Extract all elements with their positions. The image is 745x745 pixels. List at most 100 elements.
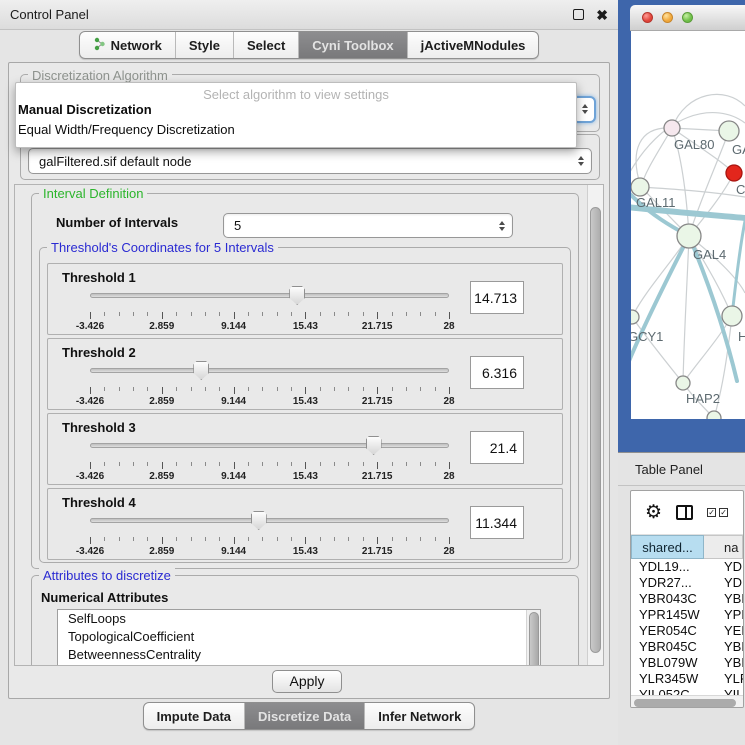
apply-button[interactable]: Apply: [272, 670, 342, 693]
tick-mark: [119, 537, 120, 541]
table-row[interactable]: YLR345WYLR3: [631, 671, 743, 687]
close-icon[interactable]: ✖: [596, 8, 608, 22]
settings-scrollbar[interactable]: [587, 185, 603, 666]
network-node[interactable]: [631, 310, 639, 324]
network-window-titlebar: [630, 5, 745, 31]
close-traffic-light-icon[interactable]: [642, 12, 653, 23]
tick-mark: [420, 312, 421, 316]
threshold-value-field[interactable]: 11.344: [470, 506, 524, 539]
slider-thumb[interactable]: [366, 436, 382, 455]
network-node[interactable]: [676, 376, 690, 390]
tick-label: 9.144: [221, 321, 246, 332]
tick-label: 21.715: [362, 321, 393, 332]
minimize-traffic-light-icon[interactable]: [662, 12, 673, 23]
algorithm-hint-option[interactable]: Select algorithm to view settings: [16, 83, 576, 101]
tick-mark: [392, 537, 393, 541]
slider-track[interactable]: [90, 443, 449, 448]
slider-thumb[interactable]: [289, 286, 305, 305]
tick-mark: [392, 462, 393, 466]
tick-mark: [104, 312, 105, 316]
network-canvas[interactable]: GAL80GACGAL11GAL4GCY1HHAP2: [631, 31, 745, 419]
tick-mark: [104, 387, 105, 391]
attribute-item-topologicalcoefficient[interactable]: TopologicalCoefficient: [58, 628, 540, 646]
threshold-slider[interactable]: -3.4262.8599.14415.4321.71528: [90, 361, 449, 405]
threshold-value-field[interactable]: 14.713: [470, 281, 524, 314]
network-node[interactable]: [631, 178, 649, 196]
tick-mark: [205, 462, 206, 466]
tick-mark: [219, 312, 220, 316]
tick-mark: [133, 312, 134, 316]
table-row[interactable]: YBR043CYBR0: [631, 591, 743, 607]
table-data-combo[interactable]: galFiltered.sif default node: [28, 148, 592, 174]
bottom-tab-infer-network[interactable]: Infer Network: [364, 703, 474, 729]
table-row[interactable]: YIL052CYIL0: [631, 687, 743, 695]
numerical-attributes-list[interactable]: SelfLoopsTopologicalCoefficientBetweenne…: [57, 609, 541, 666]
float-window-icon[interactable]: [573, 9, 584, 20]
threshold-slider[interactable]: -3.4262.8599.14415.4321.71528: [90, 436, 449, 480]
slider-thumb[interactable]: [251, 511, 267, 530]
attribute-item-betweennesscentrality[interactable]: BetweennessCentrality: [58, 646, 540, 664]
network-node[interactable]: [677, 224, 701, 248]
tick-mark: [348, 312, 349, 316]
threshold-label: Threshold 4: [62, 495, 136, 510]
table-row[interactable]: YDR27...YDR2: [631, 575, 743, 591]
table-row[interactable]: YER054CYER0: [631, 623, 743, 639]
bottom-tab-impute-data[interactable]: Impute Data: [144, 703, 244, 729]
table-hscrollbar[interactable]: [631, 695, 743, 708]
network-node-label: GAL80: [674, 137, 714, 152]
tick-mark: [234, 462, 235, 469]
tab-style[interactable]: Style: [175, 32, 233, 58]
tick-label: 15.43: [293, 396, 318, 407]
tick-mark: [219, 537, 220, 541]
tab-network[interactable]: Network: [80, 32, 175, 58]
table-row[interactable]: YDL19...YDL1: [631, 559, 743, 575]
network-node[interactable]: [664, 120, 680, 136]
tick-mark: [133, 387, 134, 391]
tick-mark: [219, 387, 220, 391]
threshold-slider[interactable]: -3.4262.8599.14415.4321.71528: [90, 286, 449, 330]
network-node[interactable]: [722, 306, 742, 326]
algorithm-option-equal-width-frequency-discretization[interactable]: Equal Width/Frequency Discretization: [16, 121, 576, 141]
table-hscrollbar-thumb[interactable]: [634, 699, 736, 707]
zoom-traffic-light-icon[interactable]: [682, 12, 693, 23]
table-row[interactable]: YBL079WYBL0: [631, 655, 743, 671]
slider-thumb[interactable]: [193, 361, 209, 380]
slider-track[interactable]: [90, 293, 449, 298]
algorithm-option-manual-discretization[interactable]: Manual Discretization: [16, 101, 576, 121]
number-of-intervals-combo[interactable]: 5: [223, 213, 513, 238]
network-node[interactable]: [719, 121, 739, 141]
slider-track[interactable]: [90, 518, 449, 523]
attributes-scrollbar[interactable]: [526, 610, 540, 666]
column-header-shared[interactable]: shared...: [631, 535, 704, 559]
tick-label: 2.859: [149, 396, 174, 407]
settings-scrollbar-thumb[interactable]: [590, 207, 601, 653]
settings-scroll-viewport: Interval Definition Number of Intervals …: [14, 184, 604, 666]
threshold-slider[interactable]: -3.4262.8599.14415.4321.71528: [90, 511, 449, 555]
tick-mark: [277, 312, 278, 316]
network-node[interactable]: [707, 411, 721, 419]
column-layout-icon[interactable]: [676, 505, 693, 520]
threshold-value-field[interactable]: 6.316: [470, 356, 524, 389]
tick-mark: [449, 387, 450, 394]
threshold-value-field[interactable]: 21.4: [470, 431, 524, 464]
select-columns-icon[interactable]: ✓✓: [707, 508, 728, 517]
tab-select[interactable]: Select: [233, 32, 298, 58]
bottom-tab-discretize-data[interactable]: Discretize Data: [244, 703, 364, 729]
tick-mark: [420, 387, 421, 391]
tab-cyni-toolbox[interactable]: Cyni Toolbox: [298, 32, 406, 58]
tick-mark: [90, 312, 91, 319]
attributes-scrollbar-thumb[interactable]: [529, 612, 539, 666]
table-header-row: shared... na: [631, 535, 743, 559]
column-header-name[interactable]: na: [704, 535, 743, 559]
gear-icon[interactable]: ⚙: [645, 503, 662, 522]
attribute-item-selfloops[interactable]: SelfLoops: [58, 610, 540, 628]
cell-shared-name: YBR043C: [631, 591, 704, 607]
tick-mark: [406, 462, 407, 466]
network-node[interactable]: [726, 165, 742, 181]
slider-track[interactable]: [90, 368, 449, 373]
network-node-label: C: [736, 182, 745, 197]
cell-shared-name: YDR27...: [631, 575, 704, 591]
table-row[interactable]: YPR145WYPR1: [631, 607, 743, 623]
tab-jactivemnodules[interactable]: jActiveMNodules: [407, 32, 539, 58]
table-row[interactable]: YBR045CYBR0: [631, 639, 743, 655]
